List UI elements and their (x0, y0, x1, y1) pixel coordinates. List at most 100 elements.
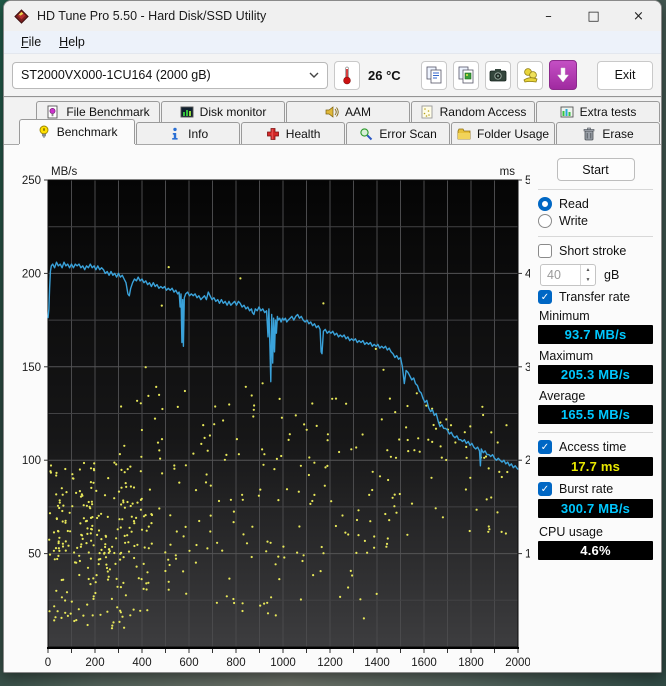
start-button[interactable]: Start (556, 158, 635, 181)
spinner-down-icon[interactable]: ▼ (581, 275, 595, 285)
svg-text:200: 200 (22, 268, 41, 280)
copy-image-icon (458, 66, 474, 84)
average-label: Average (539, 389, 586, 403)
divider (538, 189, 653, 190)
app-icon (14, 8, 29, 24)
svg-text:1800: 1800 (458, 657, 484, 669)
tab-random-access[interactable]: Random Access (411, 101, 535, 122)
short-stroke-option[interactable]: Short stroke (538, 244, 653, 258)
divider (538, 236, 653, 237)
access-time-option[interactable]: ✓ Access time (538, 440, 653, 454)
donate-button[interactable] (517, 60, 543, 90)
extra-tests-icon (560, 106, 574, 118)
minimize-button[interactable]: – (526, 1, 571, 31)
tab-folder-usage[interactable]: Folder Usage (451, 122, 556, 144)
svg-text:100: 100 (22, 455, 41, 467)
magnifier-icon (360, 127, 373, 140)
access-time-checkbox[interactable]: ✓ (538, 440, 552, 454)
toolbar: ST2000VX000-1CU164 (2000 gB) 26 °C Exit (4, 54, 661, 98)
svg-text:200: 200 (85, 657, 104, 669)
access-time-value: 17.7 ms (538, 457, 653, 476)
aam-icon (325, 106, 339, 118)
average-value: 165.5 MB/s (538, 405, 653, 424)
tab-label: Disk monitor (199, 105, 267, 119)
tab-erase[interactable]: Erase (556, 122, 660, 144)
thermometer-icon (343, 66, 351, 85)
temperature-value: 26 °C (368, 67, 401, 83)
tab-label: Health (285, 126, 321, 141)
cpu-usage-value: 4.6% (538, 541, 653, 560)
divider (538, 432, 653, 433)
tab-label: Erase (602, 126, 634, 141)
menu-help[interactable]: Help (50, 33, 94, 51)
chevron-down-icon (309, 72, 319, 78)
svg-text:150: 150 (22, 362, 41, 374)
menu-file[interactable]: File (12, 33, 50, 51)
benchmark-chart: 50 100 150 200 250 10 20 30 40 50 0 200 400 600 800 100… (22, 166, 547, 669)
benchmark-controls: Start Read Write Short stroke 40 ▲ ▼ gB … (530, 150, 659, 672)
read-option[interactable]: Read (538, 197, 653, 211)
tab-aam[interactable]: AAM (286, 101, 410, 122)
close-button[interactable]: × (616, 1, 661, 31)
copy-text-icon (426, 66, 442, 84)
short-stroke-value: 40 (547, 268, 561, 282)
trash-icon (584, 127, 595, 140)
write-option[interactable]: Write (538, 214, 653, 228)
svg-text:20: 20 (525, 455, 530, 467)
minimum-value: 93.7 MB/s (538, 325, 653, 344)
tab-disk-monitor[interactable]: Disk monitor (161, 101, 285, 122)
transfer-rate-option[interactable]: ✓ Transfer rate (538, 290, 653, 304)
short-stroke-size: 40 ▲ ▼ gB (540, 264, 653, 286)
svg-text:400: 400 (132, 657, 151, 669)
short-stroke-label: Short stroke (559, 244, 627, 258)
tab-error-scan[interactable]: Error Scan (346, 122, 451, 144)
burst-rate-checkbox[interactable]: ✓ (538, 482, 552, 496)
screenshot-button[interactable] (485, 60, 511, 90)
copy-image-button[interactable] (453, 60, 479, 90)
write-label: Write (559, 214, 588, 228)
maximum-label: Maximum (539, 349, 594, 363)
write-radio[interactable] (538, 214, 552, 228)
tab-benchmark[interactable]: Benchmark (19, 119, 136, 144)
temperature-button[interactable] (334, 60, 360, 90)
tab-label: Extra tests (579, 105, 637, 119)
tab-label: File Benchmark (66, 105, 150, 119)
svg-text:MB/s: MB/s (51, 166, 77, 178)
tab-label: Error Scan (379, 126, 437, 141)
exit-button[interactable]: Exit (597, 60, 653, 90)
copy-text-button[interactable] (421, 60, 447, 90)
transfer-rate-checkbox[interactable]: ✓ (538, 290, 552, 304)
burst-rate-value: 300.7 MB/s (538, 499, 653, 518)
svg-text:800: 800 (226, 657, 245, 669)
drive-select[interactable]: ST2000VX000-1CU164 (2000 gB) (12, 61, 328, 89)
svg-text:1600: 1600 (411, 657, 437, 669)
svg-text:50: 50 (525, 175, 530, 187)
disk-monitor-icon (180, 106, 194, 118)
svg-text:1000: 1000 (270, 657, 296, 669)
tab-label: AAM (344, 105, 371, 119)
tab-label: Folder Usage (477, 126, 550, 141)
spinner-up-icon[interactable]: ▲ (581, 265, 595, 275)
svg-text:10: 10 (525, 549, 530, 561)
tab-extra-tests[interactable]: Extra tests (536, 101, 660, 122)
update-button[interactable] (549, 60, 577, 90)
short-stroke-spinner[interactable]: 40 ▲ ▼ (540, 264, 596, 286)
tab-strip: File Benchmark Disk monitor AAM Random A… (4, 98, 661, 146)
maximize-button[interactable]: □ (571, 1, 616, 31)
svg-text:ms: ms (500, 166, 516, 178)
benchmark-icon (39, 125, 49, 138)
title-bar: HD Tune Pro 5.50 - Hard Disk/SSD Utility… (4, 1, 661, 31)
benchmark-page: 50 100 150 200 250 10 20 30 40 50 0 200 400 600 800 100… (4, 146, 661, 672)
read-radio[interactable] (538, 197, 552, 211)
maximum-value: 205.3 MB/s (538, 365, 653, 384)
tab-label: Random Access (439, 105, 527, 119)
drive-select-value: ST2000VX000-1CU164 (2000 gB) (21, 68, 211, 82)
burst-rate-option[interactable]: ✓ Burst rate (538, 482, 653, 496)
tab-info[interactable]: Info (136, 122, 241, 144)
burst-rate-label: Burst rate (559, 482, 614, 496)
svg-text:1400: 1400 (364, 657, 390, 669)
chart-area: 50 100 150 200 250 10 20 30 40 50 0 200 400 600 800 100… (6, 150, 547, 672)
tab-health[interactable]: Health (241, 122, 346, 144)
camera-icon (489, 69, 507, 82)
short-stroke-checkbox[interactable] (538, 244, 552, 258)
